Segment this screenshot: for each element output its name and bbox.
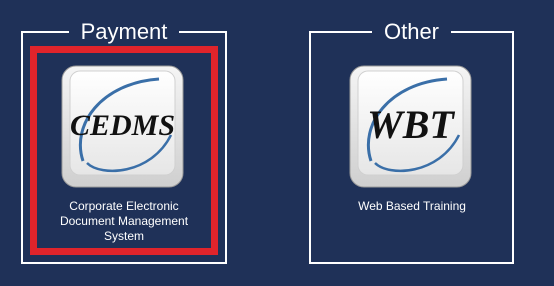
wbt-logo-text: WBT — [367, 102, 455, 147]
other-group: Other WBT Web Based Training — [309, 14, 514, 264]
payment-group: Payment CEDMS Corporate Electronic Docum… — [21, 14, 227, 264]
cedms-app-tile[interactable]: CEDMS Corporate Electronic Document Mana… — [30, 46, 218, 255]
payment-group-title: Payment — [68, 14, 180, 50]
cedms-caption[interactable]: Corporate Electronic Document Management… — [37, 199, 211, 244]
wbt-app-tile[interactable]: WBT Web Based Training — [325, 53, 499, 248]
wbt-caption[interactable]: Web Based Training — [325, 199, 499, 214]
cedms-logo-text: CEDMS — [70, 109, 175, 142]
cedms-logo-icon[interactable]: CEDMS — [61, 65, 184, 188]
wbt-logo-icon[interactable]: WBT — [349, 65, 472, 188]
other-group-title: Other — [371, 14, 452, 50]
